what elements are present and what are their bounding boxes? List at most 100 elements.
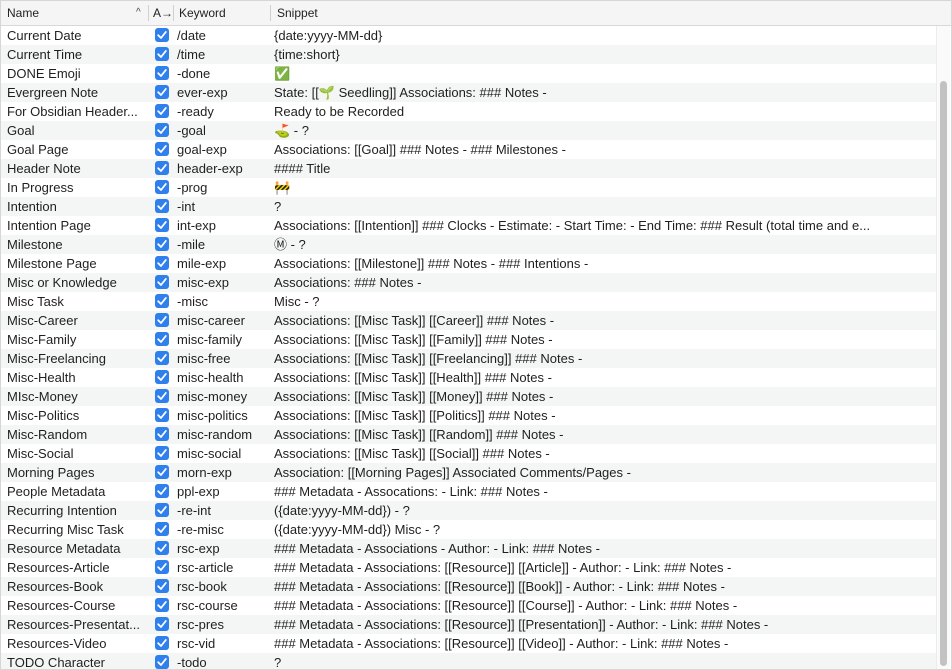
table-row[interactable]: Misc-Health misc-health Associations: [[Mi…	[1, 368, 937, 387]
table-row[interactable]: Goal -goal ⛳ - ?	[1, 121, 937, 140]
table-row[interactable]: Misc or Knowledge misc-exp Associations: #…	[1, 273, 937, 292]
table-row[interactable]: Milestone Page mile-exp Associations: [[Mi…	[1, 254, 937, 273]
enabled-checkbox[interactable]	[155, 104, 169, 118]
row-name: Misc Task	[7, 294, 64, 309]
column-header-keyword[interactable]: Keyword	[173, 1, 271, 25]
row-name: Resources-Book	[7, 579, 104, 594]
row-keyword: mile-exp	[177, 256, 227, 271]
enabled-checkbox[interactable]	[155, 313, 169, 327]
enabled-checkbox[interactable]	[155, 294, 169, 308]
table-row[interactable]: Current Date/date {date:yyyy-MM-dd}	[1, 26, 937, 45]
enabled-checkbox[interactable]	[155, 446, 169, 460]
table-row[interactable]: People Metadata ppl-exp ### Metadata - Ass…	[1, 482, 937, 501]
row-snippet: Associations: [[Milestone]] ### Notes - …	[274, 256, 589, 271]
enabled-checkbox[interactable]	[155, 199, 169, 213]
table-row[interactable]: Resources-Course rsc-course ### Metadata -…	[1, 596, 937, 615]
enabled-checkbox[interactable]	[155, 237, 169, 251]
scrollbar-thumb[interactable]	[940, 81, 947, 666]
checkmark-icon	[157, 601, 167, 609]
enabled-checkbox[interactable]	[155, 503, 169, 517]
row-name: Evergreen Note	[7, 85, 99, 100]
enabled-checkbox[interactable]	[155, 598, 169, 612]
column-header-name[interactable]: Name	[1, 1, 149, 25]
enabled-checkbox[interactable]	[155, 161, 169, 175]
enabled-checkbox[interactable]	[155, 579, 169, 593]
enabled-checkbox[interactable]	[155, 389, 169, 403]
table-row[interactable]: Misc-Family misc-family Associations: [[Mi…	[1, 330, 937, 349]
table-row[interactable]: Header Note header-exp #### Title	[1, 159, 937, 178]
enabled-checkbox[interactable]	[155, 617, 169, 631]
table-row[interactable]: TODO Character -todo?	[1, 653, 937, 669]
enabled-checkbox[interactable]	[155, 636, 169, 650]
table-row[interactable]: Resources-Presentat... rsc-pres ### Metada…	[1, 615, 937, 634]
column-header-snippet[interactable]: Snippet	[271, 1, 931, 25]
table-row[interactable]: DONE Emoji -done ✅	[1, 64, 937, 83]
row-keyword: /date	[177, 28, 206, 43]
table-row[interactable]: Current Time/time {time:short}	[1, 45, 937, 64]
enabled-checkbox[interactable]	[155, 427, 169, 441]
row-snippet: Ⓜ - ?	[274, 237, 306, 252]
table-row[interactable]: Milestone -mile Ⓜ - ?	[1, 235, 937, 254]
enabled-checkbox[interactable]	[155, 560, 169, 574]
enabled-checkbox[interactable]	[155, 465, 169, 479]
row-name: Misc-Career	[7, 313, 78, 328]
enabled-checkbox[interactable]	[155, 275, 169, 289]
checkmark-icon	[157, 107, 167, 115]
table-row[interactable]: In Progress -prog 🚧	[1, 178, 937, 197]
row-snippet: ?	[274, 199, 282, 214]
row-snippet: Associations: [[Misc Task]] [[Random]] #…	[274, 427, 564, 442]
table-row[interactable]: Misc-Random misc-random Associations: [[Mi…	[1, 425, 937, 444]
vertical-scrollbar[interactable]	[936, 26, 950, 669]
column-header-auto[interactable]: A→	[147, 1, 175, 25]
enabled-checkbox[interactable]	[155, 142, 169, 156]
table-row[interactable]: Intention -int?	[1, 197, 937, 216]
table-row[interactable]: Resources-Video rsc-vid ### Metadata - Ass…	[1, 634, 937, 653]
table-row[interactable]: For Obsidian Header... -ready Ready to be …	[1, 102, 937, 121]
enabled-checkbox[interactable]	[155, 370, 169, 384]
enabled-checkbox[interactable]	[155, 351, 169, 365]
enabled-checkbox[interactable]	[155, 541, 169, 555]
enabled-checkbox[interactable]	[155, 180, 169, 194]
table-row[interactable]: Recurring Intention -re-int ({date:yyyy-MM…	[1, 501, 937, 520]
table-row[interactable]: Goal Page goal-exp Associations: [[Goal]] …	[1, 140, 937, 159]
table-row[interactable]: Recurring Misc Task -re-misc ({date:yyyy-M…	[1, 520, 937, 539]
row-name: For Obsidian Header...	[7, 104, 138, 119]
enabled-checkbox[interactable]	[155, 655, 169, 669]
table-row[interactable]: Misc-Freelancing misc-free Associations: […	[1, 349, 937, 368]
enabled-checkbox[interactable]	[155, 484, 169, 498]
row-keyword: misc-money	[177, 389, 248, 404]
enabled-checkbox[interactable]	[155, 66, 169, 80]
checkmark-icon	[157, 164, 167, 172]
enabled-checkbox[interactable]	[155, 85, 169, 99]
table-row[interactable]: Resources-Book rsc-book ### Metadata - Ass…	[1, 577, 937, 596]
row-keyword: ppl-exp	[177, 484, 220, 499]
row-keyword: misc-random	[177, 427, 253, 442]
table-row[interactable]: Misc Task -misc Misc - ?	[1, 292, 937, 311]
row-name: Intention	[7, 199, 57, 214]
row-snippet: Misc - ?	[274, 294, 320, 309]
table-row[interactable]: Resource Metadata rsc-exp ### Metadata - A…	[1, 539, 937, 558]
table-row[interactable]: Misc-Social misc-social Associations: [[Mi…	[1, 444, 937, 463]
enabled-checkbox[interactable]	[155, 28, 169, 42]
table-row[interactable]: MIsc-Money misc-money Associations: [[Misc…	[1, 387, 937, 406]
enabled-checkbox[interactable]	[155, 332, 169, 346]
row-name: In Progress	[7, 180, 74, 195]
row-snippet: ### Metadata - Associations: [[Resource]…	[274, 636, 729, 651]
table-row[interactable]: Evergreen Note ever-exp State: [[🌱 Seedlin…	[1, 83, 937, 102]
enabled-checkbox[interactable]	[155, 408, 169, 422]
checkmark-icon	[157, 240, 167, 248]
table-row[interactable]: Morning Pages morn-exp Association: [[Morn…	[1, 463, 937, 482]
row-name: DONE Emoji	[7, 66, 81, 81]
enabled-checkbox[interactable]	[155, 218, 169, 232]
table-row[interactable]: Resources-Article rsc-article ### Metadata…	[1, 558, 937, 577]
enabled-checkbox[interactable]	[155, 47, 169, 61]
checkmark-icon	[157, 487, 167, 495]
table-row[interactable]: Misc-Career misc-career Associations: [[Mi…	[1, 311, 937, 330]
enabled-checkbox[interactable]	[155, 123, 169, 137]
checkmark-icon	[157, 392, 167, 400]
enabled-checkbox[interactable]	[155, 522, 169, 536]
table-row[interactable]: Misc-Politics misc-politics Associations: …	[1, 406, 937, 425]
table-row[interactable]: Intention Page int-exp Associations: [[Int…	[1, 216, 937, 235]
enabled-checkbox[interactable]	[155, 256, 169, 270]
checkmark-icon	[157, 183, 167, 191]
